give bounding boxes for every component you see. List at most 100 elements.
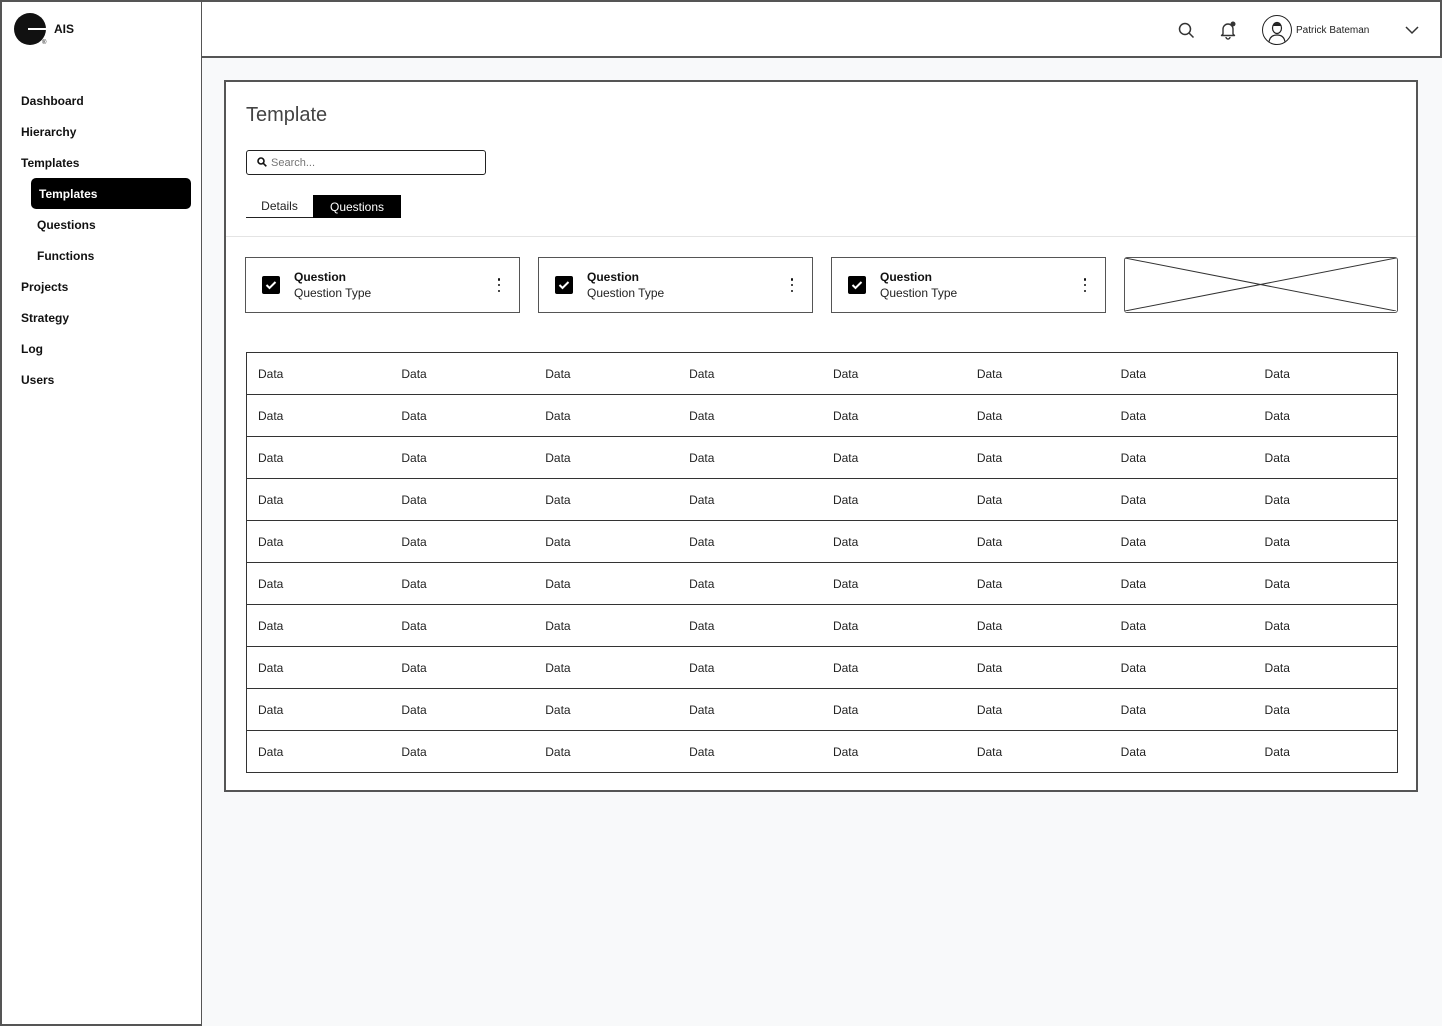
table-row[interactable]: Data Data Data Data Data Data Data Data xyxy=(247,731,1398,773)
table-cell: Data xyxy=(965,604,1110,647)
table-row[interactable]: Data Data Data Data Data Data Data Data xyxy=(246,520,1398,563)
table-cell: Data xyxy=(1253,436,1398,479)
question-card[interactable]: Question Question Type xyxy=(245,257,520,313)
table-cell: Data xyxy=(678,478,822,521)
table-cell: Data xyxy=(1109,352,1254,395)
table-row[interactable]: Data Data Data Data Data Data Data Data xyxy=(246,604,1398,647)
table-row[interactable]: Data Data Data Data Data Data Data Data xyxy=(246,436,1398,479)
search-icon[interactable] xyxy=(1176,20,1196,40)
search-field[interactable] xyxy=(246,150,486,175)
question-type: Question Type xyxy=(294,286,372,300)
table-cell: Data xyxy=(821,520,966,563)
table-cell: Data xyxy=(965,436,1110,479)
table-cell: Data xyxy=(390,646,535,689)
checkbox-checked-icon[interactable] xyxy=(555,276,573,294)
table-cell: Data xyxy=(401,744,427,759)
sidebar-nav: Dashboard Hierarchy Templates Templates … xyxy=(21,85,191,395)
table-cell: Data xyxy=(821,436,966,479)
top-bar: Patrick Bateman xyxy=(201,0,1442,58)
tab-questions[interactable]: Questions xyxy=(313,195,401,218)
table-row[interactable]: Data Data Data Data Data Data Data Data xyxy=(246,352,1398,395)
table-row[interactable]: Data Data Data Data Data Data Data Data xyxy=(246,562,1398,605)
page-title: Template xyxy=(246,104,328,126)
question-card[interactable]: Question Question Type xyxy=(538,257,813,313)
template-panel: Template Details Questions Question Ques… xyxy=(224,80,1418,792)
table-cell: Data xyxy=(534,520,679,563)
table-cell: Data xyxy=(1109,604,1254,647)
table-cell: Data xyxy=(965,352,1110,395)
sidebar-subitem-templates[interactable]: Templates xyxy=(31,178,191,209)
table-row[interactable]: Data Data Data Data Data Data Data Data xyxy=(246,478,1398,521)
table-cell: Data xyxy=(821,478,966,521)
kebab-menu-icon[interactable] xyxy=(494,278,504,292)
kebab-menu-icon[interactable] xyxy=(1080,278,1090,292)
user-avatar-icon[interactable] xyxy=(1262,15,1292,45)
table-cell: Data xyxy=(1253,646,1398,689)
table-cell: Data xyxy=(1109,646,1254,689)
table-cell: Data xyxy=(965,562,1110,605)
question-title: Question xyxy=(294,270,347,284)
table-cell: Data xyxy=(390,604,535,647)
table-cell: Data xyxy=(965,478,1110,521)
checkbox-checked-icon[interactable] xyxy=(848,276,866,294)
table-cell: Data xyxy=(965,646,1110,689)
table-cell: Data xyxy=(821,352,966,395)
table-body: Data Data Data Data Data Data Data Data Data Data… xyxy=(246,352,1398,773)
table-cell: Data xyxy=(689,744,715,759)
table-cell: Data xyxy=(534,394,679,437)
sidebar-item-templates[interactable]: Templates xyxy=(21,147,191,178)
table-cell: Data xyxy=(678,436,822,479)
sidebar-item-projects[interactable]: Projects xyxy=(21,271,191,302)
question-title: Question xyxy=(880,270,933,284)
sidebar-item-strategy[interactable]: Strategy xyxy=(21,302,191,333)
table-cell: Data xyxy=(821,604,966,647)
table-cell: Data xyxy=(390,520,535,563)
table-cell: Data xyxy=(246,562,391,605)
table-cell: Data xyxy=(821,562,966,605)
top-bar-actions: Patrick Bateman xyxy=(1176,14,1422,46)
table-cell: Data xyxy=(534,604,679,647)
sidebar-item-dashboard[interactable]: Dashboard xyxy=(21,85,191,116)
app-name: AIS xyxy=(54,22,75,36)
search-input[interactable] xyxy=(271,156,471,169)
chevron-down-icon[interactable] xyxy=(1402,20,1422,40)
sidebar-subitem-questions[interactable]: Questions xyxy=(21,209,191,240)
sidebar-item-users[interactable]: Users xyxy=(21,364,191,395)
table-cell: Data xyxy=(678,352,822,395)
table-cell: Data xyxy=(1253,688,1398,731)
table-cell: Data xyxy=(390,394,535,437)
table-row[interactable]: Data Data Data Data Data Data Data Data xyxy=(246,394,1398,437)
table-cell: Data xyxy=(246,352,391,395)
tab-bar: Details Questions xyxy=(246,195,401,218)
table-cell: Data xyxy=(965,394,1110,437)
image-placeholder xyxy=(1124,257,1398,313)
table-cell: Data xyxy=(1109,478,1254,521)
checkbox-checked-icon[interactable] xyxy=(262,276,280,294)
table-row[interactable]: Data Data Data Data Data Data Data Data xyxy=(246,646,1398,689)
question-card[interactable]: Question Question Type xyxy=(831,257,1106,313)
bell-icon[interactable] xyxy=(1218,20,1238,40)
question-type: Question Type xyxy=(880,286,958,300)
sidebar-item-log[interactable]: Log xyxy=(21,333,191,364)
table-cell: Data xyxy=(965,688,1110,731)
sidebar-item-hierarchy[interactable]: Hierarchy xyxy=(21,116,191,147)
table-cell: Data xyxy=(534,478,679,521)
data-table: Data Data Data Data Data Data Data Data Data Data… xyxy=(246,352,1398,773)
sidebar-subitem-functions[interactable]: Functions xyxy=(21,240,191,271)
kebab-menu-icon[interactable] xyxy=(787,278,797,292)
table-cell: Data xyxy=(678,604,822,647)
table-cell: Data xyxy=(832,744,859,759)
table-cell: Data xyxy=(678,646,822,689)
table-cell: Data xyxy=(246,478,391,521)
table-cell: Data xyxy=(821,646,966,689)
table-cell: Data xyxy=(390,352,535,395)
table-cell: Data xyxy=(678,562,822,605)
tab-details[interactable]: Details xyxy=(246,195,313,218)
table-cell: Data xyxy=(1109,436,1254,479)
table-cell: Data xyxy=(390,436,535,479)
table-cell: Data xyxy=(1264,744,1290,759)
user-name[interactable]: Patrick Bateman xyxy=(1296,25,1396,36)
table-cell: Data xyxy=(678,688,822,731)
table-cell: Data xyxy=(821,688,966,731)
table-row[interactable]: Data Data Data Data Data Data Data Data xyxy=(246,688,1398,731)
